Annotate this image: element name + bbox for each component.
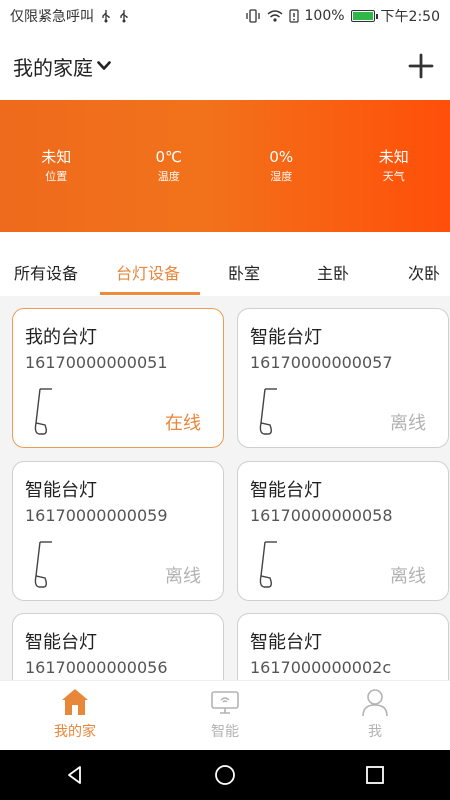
nav-smart[interactable]: 智能 [175,687,275,741]
header: 我的家庭 [0,32,450,100]
device-name: 智能台灯 [250,327,322,348]
back-icon[interactable] [63,763,87,787]
stat-label: 位置 [45,170,68,183]
nav-label: 智能 [211,724,239,740]
usb-icon [102,10,110,23]
tab-bedroom[interactable]: 卧室 [228,260,260,284]
home-icon [62,689,88,715]
desk-lamp-icon [34,541,52,588]
device-name: 智能台灯 [25,480,97,501]
device-code: 16170000000058 [250,506,393,525]
device-card[interactable]: 我的台灯 16170000000051 在线 [12,308,224,448]
add-device-button[interactable] [408,53,434,79]
recents-icon[interactable] [363,763,387,787]
nav-me[interactable]: 我 [325,687,425,741]
room-tabs: 所有设备 台灯设备 卧室 主卧 次卧 [0,246,450,296]
desk-lamp-icon [259,541,277,588]
smart-icon [211,691,239,714]
battery-percent: 100% [304,8,345,24]
stat-location: 未知 位置 [6,147,106,185]
device-status: 离线 [165,566,201,587]
device-card[interactable]: 智能台灯 16170000000059 离线 [12,461,224,601]
tab-second-bedroom[interactable]: 次卧 [408,260,440,284]
status-left: 仅限紧急呼叫 [10,6,130,26]
stat-humidity: 0% 湿度 [231,147,331,185]
tab-lamp-devices[interactable]: 台灯设备 [116,260,180,284]
device-status: 离线 [390,566,426,587]
family-name: 我的家庭 [13,55,93,80]
device-card[interactable]: 智能台灯 1617000000002c [237,613,449,680]
stat-temperature: 0℃ 温度 [119,147,219,185]
nav-my-home[interactable]: 我的家 [25,687,125,741]
tab-active-indicator [100,292,200,295]
chevron-down-icon [97,61,111,70]
usb-debug-icon [120,10,128,23]
system-nav-bar [0,750,450,800]
device-status: 离线 [390,413,426,434]
vibrate-icon [245,9,260,23]
device-name: 我的台灯 [25,327,97,348]
alert-icon [288,9,299,23]
nav-label: 我 [368,724,382,740]
device-code: 16170000000059 [25,506,168,525]
desk-lamp-icon [34,388,52,435]
home-circle-icon[interactable] [213,763,237,787]
device-name: 智能台灯 [25,632,97,653]
desk-lamp-icon [259,388,277,435]
stat-value: 未知 [41,148,72,166]
info-banner: 未知 位置 0℃ 温度 0% 湿度 未知 天气 [0,100,450,232]
stat-value: 未知 [378,148,409,166]
device-code: 16170000000057 [250,353,393,372]
wifi-icon [267,10,282,22]
stat-weather: 未知 天气 [344,147,444,185]
stat-value: 0% [269,148,294,166]
device-card[interactable]: 智能台灯 16170000000057 离线 [237,308,449,448]
device-name: 智能台灯 [250,632,322,653]
status-right: 100% 下午2:50 [245,6,440,26]
device-code: 1617000000002c [250,658,392,677]
status-bar: 仅限紧急呼叫 100% 下午2:50 [0,0,450,32]
stat-label: 天气 [382,170,405,183]
tab-all-devices[interactable]: 所有设备 [14,260,78,284]
device-status: 在线 [165,413,201,434]
bottom-nav: 我的家 智能 我 [0,680,450,750]
device-grid: 我的台灯 16170000000051 在线 智能台灯 161700000000… [0,296,450,680]
stat-value: 0℃ [155,148,182,166]
tab-master-bedroom[interactable]: 主卧 [317,260,349,284]
device-code: 16170000000051 [25,353,168,372]
family-selector[interactable]: 我的家庭 [13,52,111,81]
carrier-text: 仅限紧急呼叫 [10,9,94,25]
profile-icon [362,689,388,717]
nav-label: 我的家 [54,724,96,740]
device-card[interactable]: 智能台灯 16170000000056 [12,613,224,680]
device-card[interactable]: 智能台灯 16170000000058 离线 [237,461,449,601]
device-name: 智能台灯 [250,480,322,501]
clock: 下午2:50 [380,9,440,25]
device-code: 16170000000056 [25,658,168,677]
stat-label: 温度 [157,170,180,183]
battery-icon [350,10,378,22]
stat-label: 湿度 [270,170,293,183]
